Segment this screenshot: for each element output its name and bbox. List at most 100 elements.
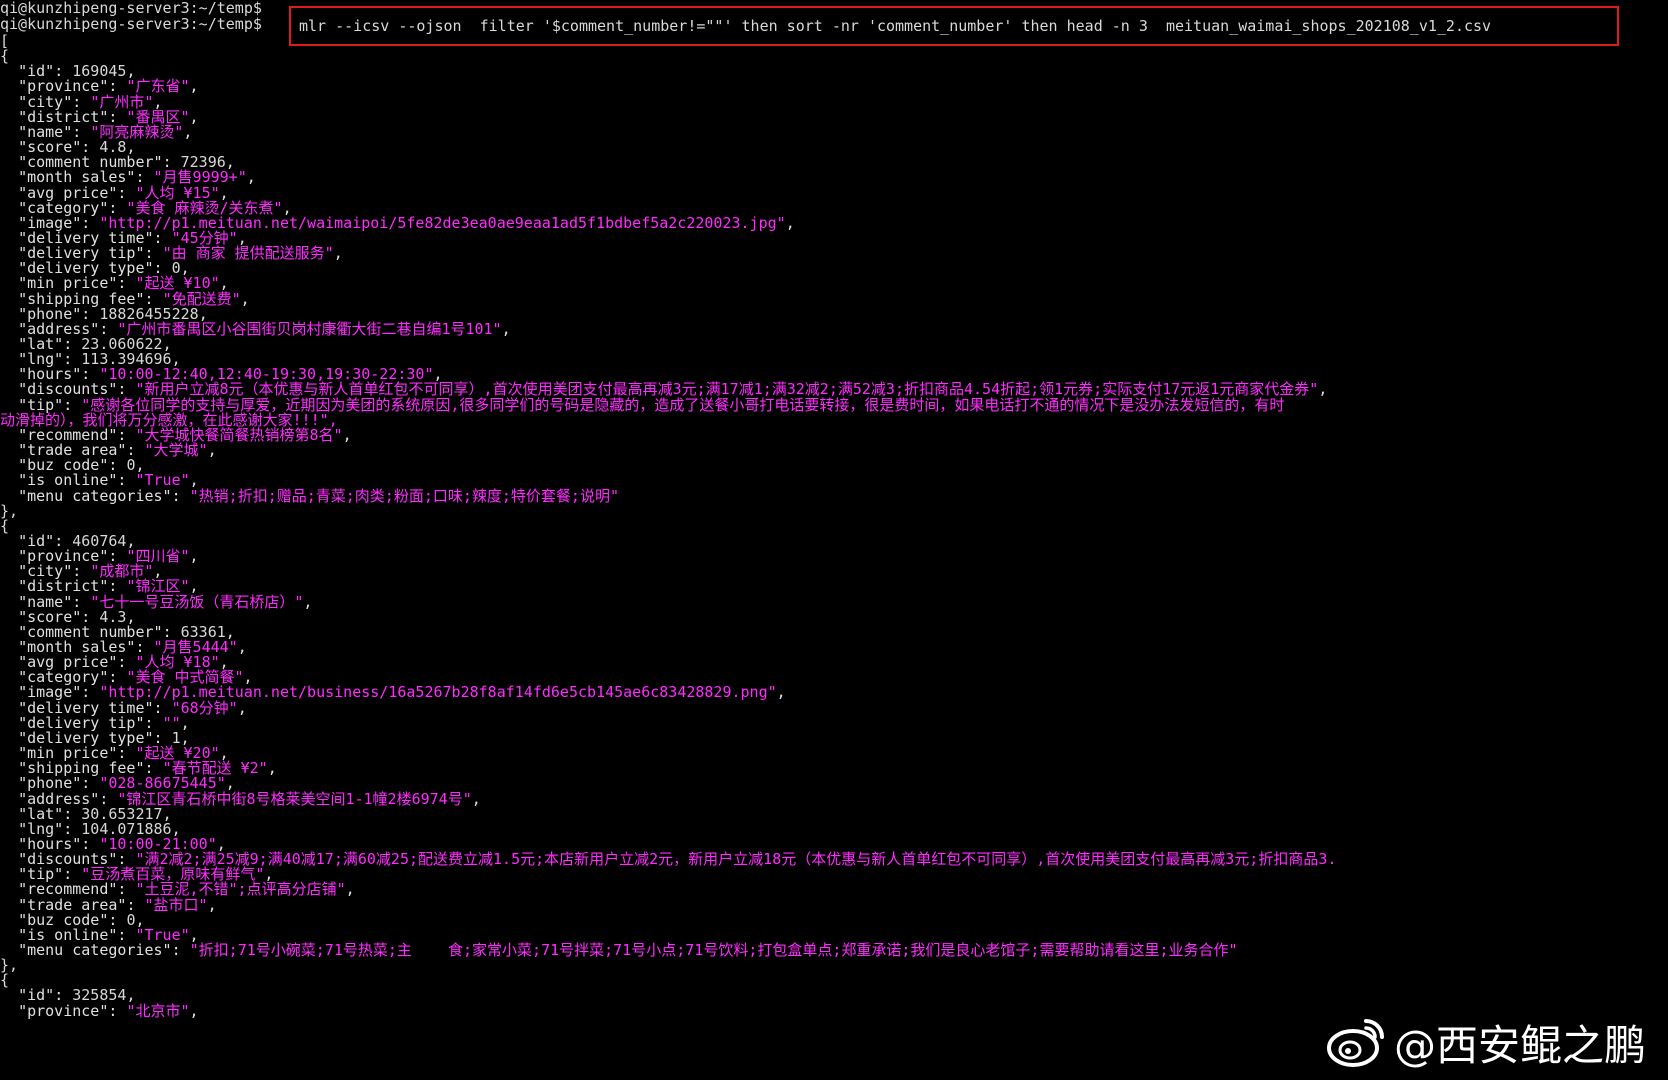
output-line: "trade_area": "大学城", bbox=[18, 442, 217, 459]
json-key: "address" bbox=[18, 320, 100, 337]
json-value: "四川省" bbox=[126, 548, 190, 565]
json-key: "min_price" bbox=[18, 745, 118, 762]
output-line: "buz_code": 0, bbox=[18, 911, 145, 928]
output-line: 动滑掉的），我们将万分感激，在此感谢大家!!!", bbox=[0, 411, 338, 428]
output-line: "delivery_time": "68分钟", bbox=[18, 699, 247, 716]
json-value: "起送 ¥20" bbox=[135, 745, 220, 762]
output-line: "phone": "028-86675445", bbox=[18, 775, 235, 792]
output-line: "city": "广州市", bbox=[18, 93, 163, 110]
json-key: "comment_number" bbox=[18, 154, 163, 171]
json-value: 1 bbox=[171, 729, 181, 746]
json-value: "新用户立减8元（本优惠与新人首单红包不可同享）,首次使用美团支付最高再减3元;… bbox=[135, 381, 1319, 398]
json-value: "人均 ¥18" bbox=[135, 654, 220, 671]
json-key: "phone" bbox=[18, 775, 82, 792]
json-value: "人均 ¥15" bbox=[135, 184, 220, 201]
output-line: "phone": 18826455228, bbox=[18, 305, 208, 322]
output-line: "province": "四川省", bbox=[18, 548, 199, 565]
output-line: "hours": "10:00-12:40,12:40-19:30,19:30-… bbox=[18, 366, 443, 383]
json-value: "45分钟" bbox=[171, 229, 238, 246]
json-key: "name" bbox=[18, 123, 73, 140]
json-key: "province" bbox=[18, 548, 109, 565]
json-key: "shipping_fee" bbox=[18, 290, 145, 307]
command-text[interactable]: mlr --icsv --ojson filter '$comment_numb… bbox=[299, 17, 1491, 35]
output-line: "shipping_fee": "春节配送 ¥2", bbox=[18, 760, 277, 777]
json-key: "recommend" bbox=[18, 881, 118, 898]
output-line: "province": "北京市", bbox=[18, 1002, 199, 1019]
json-key: "id" bbox=[18, 987, 55, 1004]
json-key: "delivery_type" bbox=[18, 729, 154, 746]
output-line: "name": "七十一号豆汤饭（青石桥店）", bbox=[18, 593, 313, 610]
output-line: "month_sales": "月售5444", bbox=[18, 639, 247, 655]
output-line: "lng": 104.071886, bbox=[18, 820, 181, 837]
json-key: "category" bbox=[18, 199, 109, 216]
json-key: "category" bbox=[18, 669, 109, 686]
json-key: "min_price" bbox=[18, 275, 118, 292]
json-key: "discounts" bbox=[18, 381, 118, 398]
json-value: "True" bbox=[135, 472, 190, 489]
output-line: "category": "美食 中式简餐", bbox=[18, 669, 253, 686]
json-key: "score" bbox=[18, 139, 82, 156]
json-key: "lng" bbox=[18, 351, 64, 368]
output-line: "lat": 30.653217, bbox=[18, 805, 172, 822]
json-key: "shipping_fee" bbox=[18, 760, 145, 777]
json-value: 23.060622 bbox=[81, 336, 163, 352]
json-key: "delivery_type" bbox=[18, 260, 154, 277]
output-line: "lat": 23.060622, bbox=[18, 336, 172, 352]
json-key: "trade_area" bbox=[18, 442, 127, 459]
output-line: "recommend": "大学城快餐简餐热销榜第8名", bbox=[18, 426, 352, 443]
json-key: "phone" bbox=[18, 305, 82, 322]
watermark-text: @西安鲲之鹏 bbox=[1393, 1020, 1646, 1070]
output-line: "min_price": "起送 ¥20", bbox=[18, 745, 229, 762]
output-line: "province": "广东省", bbox=[18, 78, 199, 95]
output-line: "buz_code": 0, bbox=[18, 457, 145, 474]
json-key: "tip" bbox=[18, 866, 64, 883]
output-line: "menu_categories": "热销;折扣;赠品;青菜;肉类;粉面;口味… bbox=[18, 487, 619, 504]
output-line: "avg_price": "人均 ¥15", bbox=[18, 184, 229, 201]
json-value: "北京市" bbox=[126, 1002, 190, 1019]
json-key: "hours" bbox=[18, 835, 82, 852]
json-value: "成都市" bbox=[90, 563, 154, 580]
json-key: "delivery_time" bbox=[18, 229, 154, 246]
json-value: 72396 bbox=[180, 154, 226, 171]
json-key: "province" bbox=[18, 1002, 109, 1019]
json-key: "trade_area" bbox=[18, 896, 127, 913]
terminal-window[interactable]: qi@kunzhipeng-server3:~/temp$ qi@kunzhip… bbox=[0, 0, 1668, 1080]
json-value: 0 bbox=[171, 260, 181, 277]
json-key: "district" bbox=[18, 108, 109, 125]
json-key: "avg_price" bbox=[18, 654, 118, 671]
json-value: "免配送费" bbox=[162, 290, 241, 307]
json-key: "hours" bbox=[18, 366, 82, 383]
json-key: "address" bbox=[18, 790, 100, 807]
output-line: "lng": 113.394696, bbox=[18, 351, 181, 368]
output-line: }, bbox=[0, 502, 19, 519]
json-value: 4.8 bbox=[99, 139, 127, 156]
json-key: "city" bbox=[18, 93, 73, 110]
json-key: "buz_code" bbox=[18, 911, 109, 928]
output-line: "tip": "豆汤煮百菜，原味有鲜气", bbox=[18, 866, 274, 883]
output-line: }, bbox=[0, 957, 19, 974]
output-line: "delivery_type": 1, bbox=[18, 729, 190, 746]
output-line: "id": 460764, bbox=[18, 532, 136, 549]
shell-prompt: qi@kunzhipeng-server3:~/temp$ bbox=[0, 15, 262, 33]
output-line: "delivery_time": "45分钟", bbox=[18, 229, 247, 246]
output-line: "address": "广州市番禺区小谷围街贝岗村康衢大街二巷自编1号101", bbox=[18, 320, 511, 337]
json-value: "土豆泥,不错";点评高分店铺" bbox=[135, 881, 346, 898]
json-key: "recommend" bbox=[18, 426, 118, 443]
watermark: @西安鲲之鹏 bbox=[1326, 1012, 1646, 1072]
json-value: "10:00-12:40,12:40-19:30,19:30-22:30" bbox=[99, 366, 434, 383]
json-value: "月售9999+" bbox=[153, 169, 247, 186]
json-value: "春节配送 ¥2" bbox=[162, 760, 268, 777]
output-line: "hours": "10:00-21:00", bbox=[18, 835, 226, 852]
weibo-logo-icon bbox=[1326, 1019, 1384, 1067]
json-key: "province" bbox=[18, 78, 109, 95]
json-value: "热销;折扣;赠品;青菜;肉类;粉面;口味;辣度;特价套餐;说明" bbox=[189, 487, 619, 504]
json-key: "month_sales" bbox=[18, 639, 136, 655]
output-line: "tip": "感谢各位同学的支持与厚爱，近期因为美团的系统原因,很多同学们的号… bbox=[18, 396, 1285, 413]
json-key: "city" bbox=[18, 563, 73, 580]
output-line: "month_sales": "月售9999+", bbox=[18, 169, 256, 186]
json-key: "lng" bbox=[18, 820, 64, 837]
json-key: "district" bbox=[18, 578, 109, 595]
json-value: 113.394696 bbox=[81, 351, 172, 368]
output-line: "recommend": "土豆泥,不错";点评高分店铺", bbox=[18, 881, 355, 898]
json-key: "name" bbox=[18, 593, 73, 610]
